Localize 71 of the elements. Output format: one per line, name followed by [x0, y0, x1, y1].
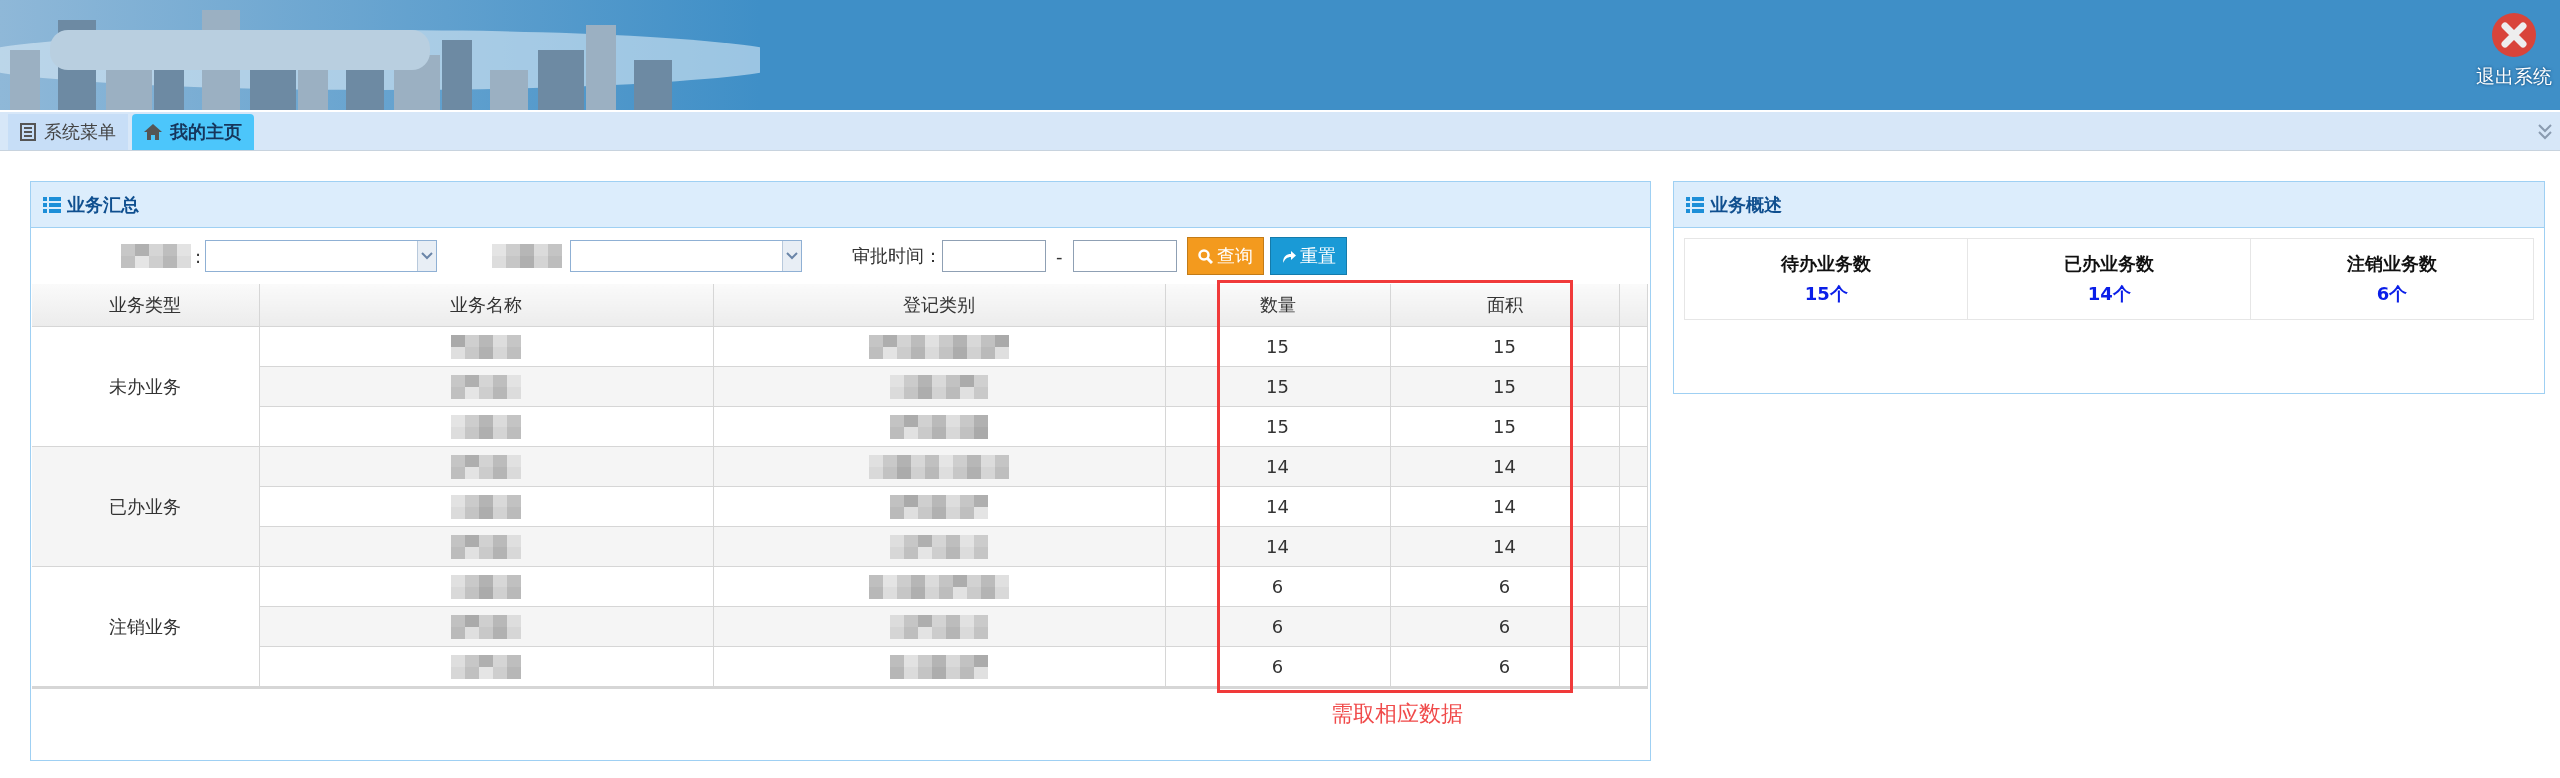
dropdown-field[interactable] [205, 240, 438, 272]
book-icon [20, 123, 36, 141]
blurred-text-drawing [451, 614, 521, 639]
blurred-text-drawing [451, 494, 521, 519]
table-cell: 6 [1498, 616, 1511, 637]
reset-button[interactable]: 重置 [1269, 237, 1347, 275]
search-icon [1197, 248, 1213, 264]
filter-label: 审批时间： [852, 244, 943, 268]
blurred-text-drawing [451, 414, 521, 439]
table-cell: 已办业务 [109, 495, 182, 517]
blurred-text-drawing [451, 334, 521, 359]
caret-icon [786, 252, 799, 260]
table-cell: 14 [1493, 536, 1516, 557]
table-cell: 14 [1266, 496, 1289, 517]
tab-label: 我的主页 [170, 120, 242, 144]
stat-value: 14个 [2087, 282, 2131, 306]
exit-label: 退出系统 [2476, 64, 2552, 89]
table-cell: 14 [1266, 536, 1289, 557]
home-icon [144, 124, 162, 140]
range-separator: - [1056, 245, 1063, 267]
tab-label: 系统菜单 [44, 120, 116, 144]
column-header: 数量 [1259, 294, 1296, 315]
tab[interactable]: 我的主页 [132, 114, 254, 150]
table-cell: 6 [1271, 616, 1284, 637]
filter-label: : [195, 245, 202, 267]
table-cell: 15 [1493, 376, 1516, 397]
stat-value: 15个 [1804, 282, 1848, 306]
table-cell: 15 [1493, 336, 1516, 357]
caret-icon [421, 252, 434, 260]
stat-value: 6个 [2376, 282, 2408, 306]
annotation-note: 需取相应数据 [1331, 701, 1463, 726]
exit-button[interactable]: 退出系统 [2476, 0, 2560, 110]
table-cell: 14 [1493, 456, 1516, 477]
blurred-text-drawing [492, 244, 563, 268]
table-cell: 15 [1266, 416, 1289, 437]
dropdown-field[interactable] [570, 240, 803, 272]
blurred-text-drawing [451, 454, 521, 479]
close-icon [2491, 12, 2537, 58]
table-cell: 6 [1498, 656, 1511, 677]
table-cell: 6 [1271, 576, 1284, 597]
blurred-text-drawing [121, 244, 191, 268]
table-cell: 6 [1498, 576, 1511, 597]
blurred-text-drawing [451, 374, 521, 399]
redo-icon [1280, 248, 1296, 264]
collapse-icon[interactable] [2538, 124, 2552, 140]
input-field[interactable] [942, 240, 1047, 272]
panel-title: 业务概述 [1710, 192, 1783, 217]
table-cell: 6 [1271, 656, 1284, 677]
table-cell: 14 [1493, 496, 1516, 517]
table-cell: 15 [1266, 336, 1289, 357]
blurred-text-drawing [451, 574, 521, 599]
input-field[interactable] [1072, 240, 1177, 272]
stat-label: 待办业务数 [1781, 252, 1872, 276]
blurred-text-drawing [451, 534, 521, 559]
table-cell: 未办业务 [109, 375, 182, 397]
column-header: 业务类型 [109, 294, 182, 315]
list-icon [43, 196, 61, 213]
column-header: 登记类别 [903, 294, 975, 315]
table-cell: 15 [1493, 416, 1516, 437]
list-icon [1686, 196, 1705, 213]
blurred-text-drawing [451, 654, 521, 679]
panel-title: 业务汇总 [67, 192, 139, 217]
table-cell: 15 [1266, 376, 1289, 397]
tab[interactable]: 系统菜单 [8, 114, 128, 150]
stat-label: 注销业务数 [2347, 252, 2438, 276]
stat-label: 已办业务数 [2064, 252, 2155, 276]
table-cell: 注销业务 [109, 615, 182, 637]
column-header: 面积 [1486, 294, 1523, 315]
search-button[interactable]: 查询 [1186, 237, 1264, 275]
column-header: 业务名称 [450, 294, 522, 315]
table-cell: 14 [1266, 456, 1289, 477]
